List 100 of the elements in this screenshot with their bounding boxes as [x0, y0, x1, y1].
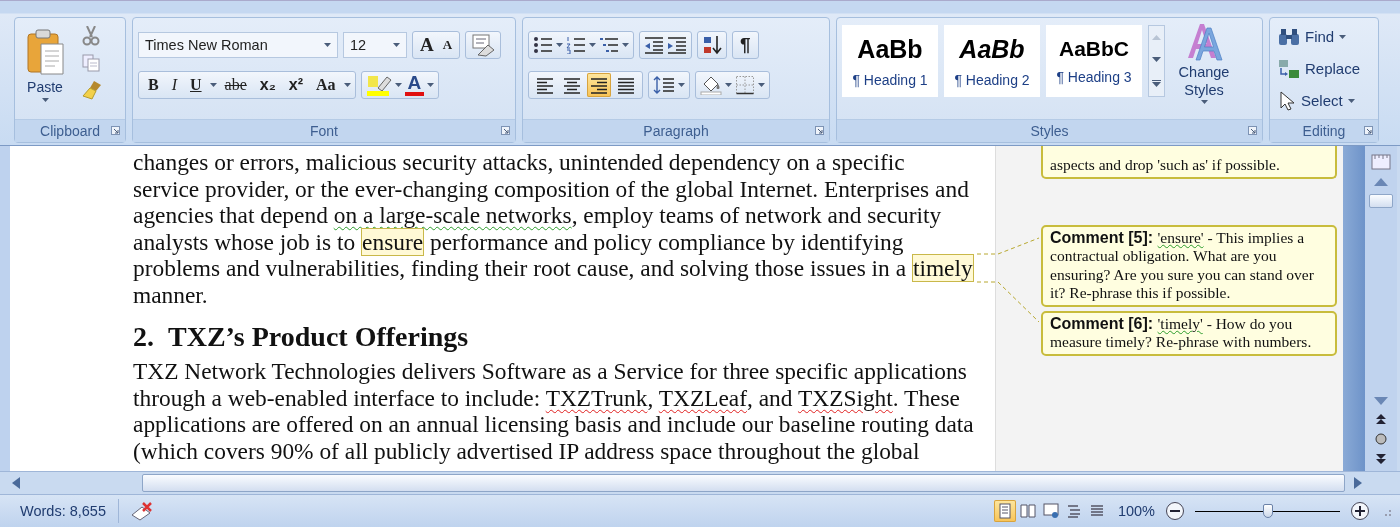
caret-icon — [1339, 34, 1347, 39]
zoom-level[interactable]: 100% — [1117, 503, 1155, 519]
change-styles-button[interactable]: Change Styles — [1169, 22, 1239, 115]
paste-button[interactable]: Paste — [20, 22, 70, 115]
leader-line — [976, 281, 1040, 323]
dialog-launcher-icon[interactable] — [501, 126, 510, 135]
sup-button[interactable]: x² — [283, 73, 308, 97]
caret-icon[interactable] — [758, 83, 765, 87]
align-center-icon — [563, 76, 581, 94]
caret-icon[interactable] — [343, 83, 351, 87]
more-styles-icon[interactable] — [1152, 80, 1161, 88]
decrease-indent-icon[interactable] — [644, 36, 664, 54]
multilevel-list-icon[interactable] — [599, 36, 619, 54]
group-label: Editing — [1302, 123, 1346, 139]
ruler-icon[interactable] — [1371, 152, 1391, 170]
replace-icon — [1278, 58, 1300, 79]
caret-icon[interactable] — [394, 83, 402, 87]
view-button[interactable] — [993, 500, 1016, 522]
replace-button[interactable]: Replace — [1278, 56, 1370, 81]
caret-icon[interactable] — [678, 83, 685, 87]
caret-icon[interactable] — [725, 83, 732, 87]
increase-indent-icon[interactable] — [667, 36, 687, 54]
clear-formatting-icon[interactable] — [470, 33, 497, 57]
proofing-icon[interactable] — [129, 501, 155, 521]
zoom-in-icon[interactable] — [1350, 501, 1370, 521]
scroll-down-icon[interactable] — [1152, 57, 1161, 63]
paint-bucket-icon[interactable] — [700, 75, 722, 95]
next-page-icon[interactable] — [1375, 453, 1387, 465]
print-layout-view-icon — [996, 503, 1013, 519]
web-layout-view-icon — [1042, 503, 1059, 519]
scroll-left-icon[interactable] — [12, 477, 20, 489]
caret-icon — [324, 43, 331, 47]
show-marks-button[interactable]: ¶ — [737, 33, 754, 57]
body-paragraph: TXZ Network Technologies delivers Software as a Service for three specific applications through a web-enabled interface to include: TXZTrunk, TXZLeaf, and TXZSight. These applications are offered on an annual licensing basis and include our baseline routing data (which covers 90% of all publicly advertised IP address space throughout the global — [133, 358, 975, 464]
leader-line — [976, 237, 1040, 255]
cursor-icon — [1278, 90, 1296, 111]
group-label: Styles — [1030, 123, 1069, 139]
caret-icon[interactable] — [589, 43, 596, 47]
group-label: Clipboard — [40, 123, 100, 139]
scroll-right-icon[interactable] — [1354, 477, 1362, 489]
reading-view-icon — [1019, 503, 1036, 519]
caret-icon[interactable] — [209, 83, 217, 87]
sort-icon[interactable] — [702, 35, 722, 55]
case-button[interactable]: Aa — [311, 73, 341, 97]
align-right-button[interactable] — [587, 73, 611, 97]
numbered-list-icon[interactable] — [566, 36, 586, 54]
dialog-launcher-icon[interactable] — [815, 126, 824, 135]
group-label: Paragraph — [643, 123, 709, 139]
slider-thumb[interactable] — [1262, 504, 1273, 518]
caret-icon[interactable] — [556, 43, 563, 47]
style-tile[interactable]: AaBb ¶ Heading 2 — [944, 25, 1040, 97]
scroll-thumb[interactable] — [142, 474, 1345, 492]
heading-number: 2. — [133, 322, 154, 352]
clipboard-icon — [25, 28, 65, 76]
style-tile[interactable]: AaBbC ¶ Heading 3 — [1046, 25, 1142, 97]
align-justify-icon — [617, 76, 635, 94]
underline-button[interactable]: U — [185, 73, 207, 97]
group-label: Font — [310, 123, 338, 139]
caret-icon — [393, 43, 400, 47]
find-button[interactable]: Find — [1278, 24, 1370, 49]
binoculars-icon — [1278, 27, 1300, 46]
scroll-thumb[interactable] — [1369, 194, 1393, 208]
previous-page-icon[interactable] — [1375, 413, 1387, 425]
browse-object-icon[interactable] — [1375, 433, 1387, 445]
caret-icon — [1347, 98, 1355, 103]
scissors-icon[interactable] — [82, 26, 100, 46]
highlighter-icon[interactable] — [365, 74, 392, 96]
comment-text: Comment [5]: 'ensure' - This implies a contractual obligation. What are you ensuring? Are you sure you can stand over it? Re-phrase this if possible. — [1050, 228, 1315, 303]
font-size-field[interactable]: 12 — [343, 32, 407, 58]
caret-icon[interactable] — [622, 43, 629, 47]
dialog-launcher-icon[interactable] — [111, 126, 120, 135]
dialog-launcher-icon[interactable] — [1248, 126, 1257, 135]
font-name-field[interactable]: Times New Roman — [138, 32, 338, 58]
font-color-button[interactable]: A — [404, 74, 425, 96]
draft-view-icon — [1088, 503, 1105, 519]
comment-text: aspects and drop 'such as' if possible. — [1050, 156, 1281, 175]
caret-icon[interactable] — [427, 83, 435, 87]
style-tile[interactable]: AaBb ¶ Heading 1 — [842, 25, 938, 97]
brush-icon[interactable] — [82, 80, 102, 100]
comment-text: Comment [6]: 'timely' - How do you measure timely? Re-phrase with numbers. — [1050, 314, 1313, 352]
caret-icon — [41, 98, 49, 102]
borders-icon[interactable] — [735, 75, 755, 95]
strike-button[interactable]: abe — [219, 73, 252, 97]
dialog-launcher-icon[interactable] — [1364, 126, 1373, 135]
line-spacing-icon[interactable] — [653, 76, 675, 94]
align-right-icon — [590, 76, 608, 94]
word-count[interactable]: Words: 8,655 — [0, 499, 119, 523]
outline-view-icon — [1065, 503, 1082, 519]
zoom-out-icon[interactable] — [1165, 501, 1185, 521]
section-heading: TXZ’s Product Offerings — [168, 322, 469, 352]
select-button[interactable]: Select — [1278, 88, 1370, 113]
bullet-list-icon[interactable] — [533, 36, 553, 54]
sub-button[interactable]: x₂ — [254, 73, 281, 97]
shrink-font-button[interactable]: A — [439, 33, 456, 57]
bold-button[interactable]: B — [143, 73, 164, 97]
italic-button[interactable]: I — [166, 73, 182, 97]
caret-icon — [1200, 100, 1208, 104]
grow-font-button[interactable]: A — [417, 33, 437, 57]
body-paragraph: changes or errors, malicious security attacks, unintended dependency on a specific service provider, or the ever-changing composition of the global Internet. Enterprises and agencies that depend on a large-scale networks, employ teams of network and security analysts whose job is to ensure performance and policy compliance by identifying problems and vulnerabilities, finding their root cause, and solving those issues in a timely manner. — [133, 149, 975, 308]
align-left-icon — [536, 76, 554, 94]
